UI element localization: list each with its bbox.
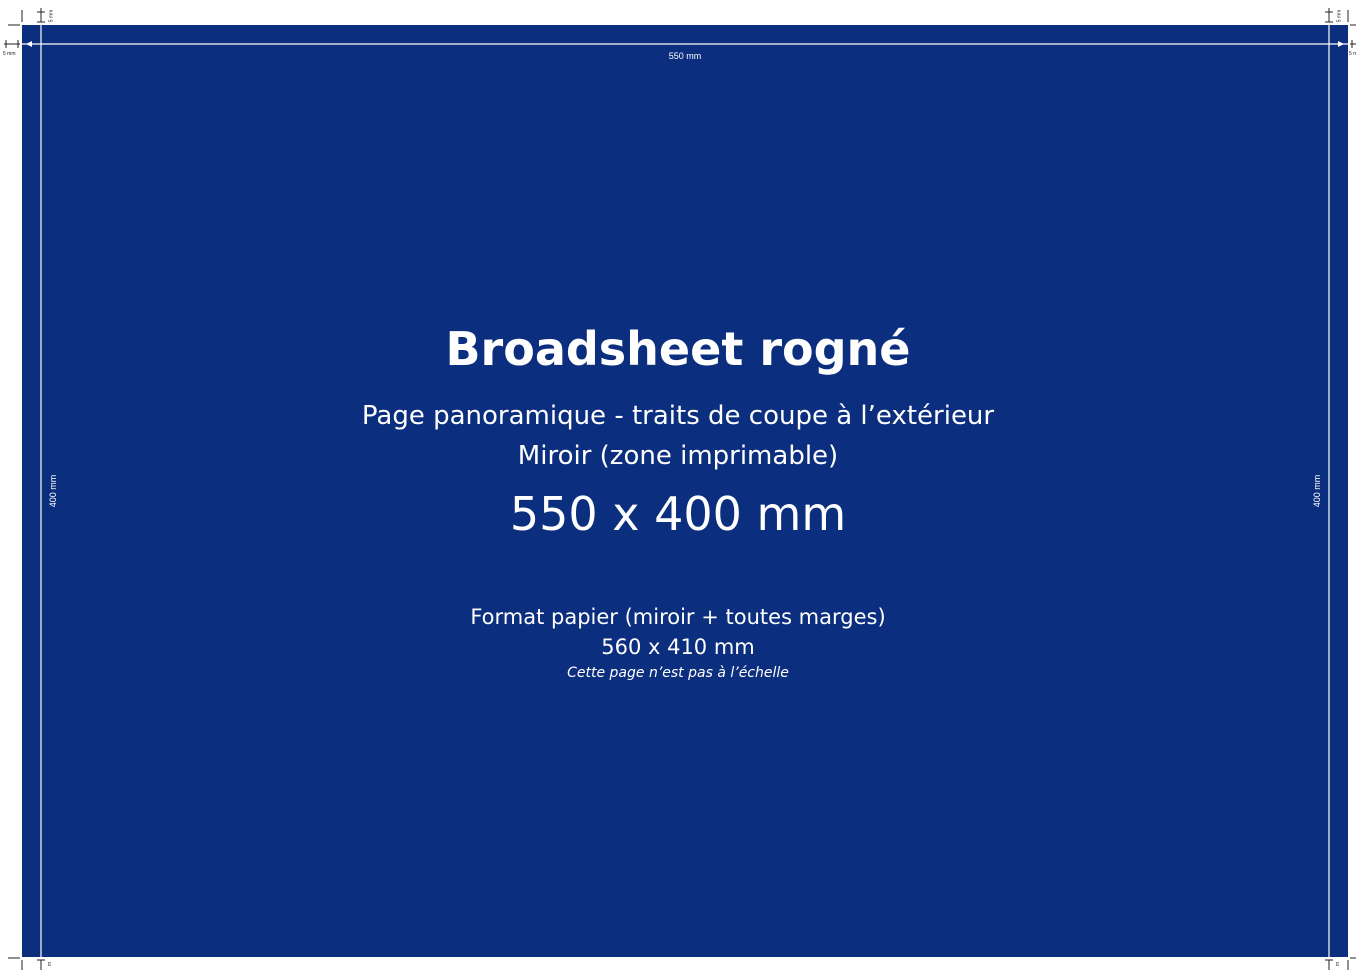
margin-label-bottom-right: m <box>1335 961 1342 967</box>
paper-format-label: Format papier (miroir + toutes marges) <box>470 605 886 629</box>
margin-label-bottom-left: m <box>47 961 54 967</box>
crop-mark-top-left <box>4 8 45 48</box>
margin-label-top-right: 5 mm <box>1336 9 1343 23</box>
guide-lines <box>4 8 1356 970</box>
page-title: Broadsheet rogné <box>445 322 911 376</box>
paper-format-size: 560 x 410 mm <box>601 635 755 659</box>
crop-mark-bottom-left <box>8 957 45 970</box>
page-subtitle: Page panoramique - traits de coupe à l’e… <box>0 396 1356 476</box>
subtitle-line-2: Miroir (zone imprimable) <box>517 441 839 471</box>
top-line-left-arrow <box>26 41 32 47</box>
paper-format: Format papier (miroir + toutes marges) 5… <box>0 602 1356 662</box>
subtitle-line-1: Page panoramique - traits de coupe à l’e… <box>361 401 995 431</box>
margin-label-top-left: 5 mm <box>48 9 55 23</box>
top-line-right-arrow <box>1338 41 1344 47</box>
margin-label-right: 5 m <box>1349 51 1356 57</box>
scale-note: Cette page n’est pas à l’échelle <box>567 665 789 681</box>
margin-label-left: 5 mm <box>3 51 16 57</box>
print-size: 550 x 400 mm <box>509 487 847 541</box>
width-dimension-label: 550 mm <box>668 51 702 61</box>
